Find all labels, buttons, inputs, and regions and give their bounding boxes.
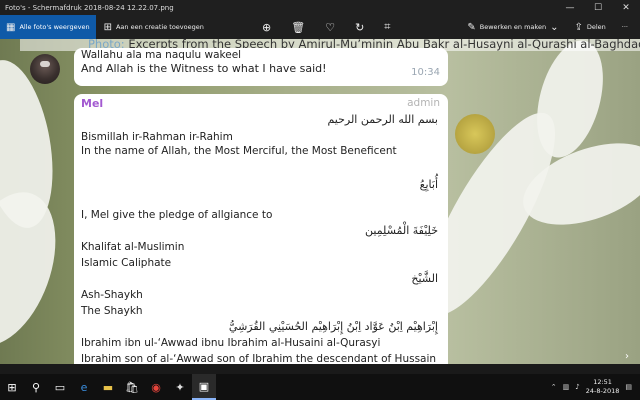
store-icon: 🛍 (125, 380, 139, 394)
task-view-button[interactable]: ▭ (48, 374, 72, 400)
taskbar: ⊞ ⚲ ▭ e ▬ 🛍 ◉ ✦ ▣ ⌃ ▥ ♪ 12:51 24-8-2018 … (0, 374, 640, 400)
more-label: ··· (621, 23, 628, 31)
message-line: In the name of Allah, the Most Merciful,… (81, 145, 397, 157)
avatar-detail (40, 61, 50, 67)
search-button[interactable]: ⚲ (24, 374, 48, 400)
add-creation-label: Aan een creatie toevoegen (115, 23, 204, 31)
message-bubble: Wallahu ala ma naqulu wakeel And Allah i… (74, 48, 448, 86)
message-bubble: Mel admin بسم الله الرحمن الرحيم Bismill… (74, 94, 448, 364)
network-icon[interactable]: ▥ (563, 383, 570, 391)
store-button[interactable]: 🛍 (120, 374, 144, 400)
all-photos-button[interactable]: ▦ Alle foto's weergeven (0, 15, 96, 39)
edge-button[interactable]: e (72, 374, 96, 400)
chevron-up-icon[interactable]: ⌃ (551, 383, 557, 391)
edit-create-button[interactable]: ✎ Bewerken en maken ⌄ (459, 15, 566, 39)
message-line: Ash-Shaykh (81, 289, 143, 301)
flower-petal (0, 178, 75, 360)
photo-viewport: Photo: Excerpts from the Speech by Amiru… (0, 39, 640, 364)
photos-icon: ▣ (198, 379, 210, 393)
add-to-creation-button[interactable]: ⊞ Aan een creatie toevoegen (96, 15, 212, 39)
crop-icon[interactable]: ⌗ (384, 20, 390, 34)
system-tray: ⌃ ▥ ♪ 12:51 24-8-2018 ▤ (551, 374, 632, 400)
viewer-bottom-strip (0, 364, 640, 374)
arabic-line: بسم الله الرحمن الرحيم (327, 113, 438, 126)
chevron-down-icon: ⌄ (550, 21, 559, 33)
app-icon: ✦ (175, 380, 185, 394)
task-view-icon: ▭ (54, 380, 66, 394)
clock-time: 12:51 (593, 378, 612, 386)
notifications-icon[interactable]: ▤ (625, 383, 632, 391)
arabic-line: إِبْرَاهِيْم اِبْنُ عَوَّاد اِبْنُ إِبْر… (228, 320, 438, 333)
app-button[interactable]: ✦ (168, 374, 192, 400)
favorite-icon[interactable]: ♡ (325, 21, 335, 34)
share-button[interactable]: ⇪ Delen (566, 15, 613, 39)
next-photo-arrow-icon[interactable]: › (622, 351, 632, 363)
arabic-line: أُبَايِعُ (419, 178, 438, 191)
message-line: Khalifat al-Muslimin (81, 241, 185, 253)
chrome-button[interactable]: ◉ (144, 374, 168, 400)
windows-logo-icon: ⊞ (7, 380, 17, 394)
sender-name: Mel (81, 97, 104, 110)
edit-create-label: Bewerken en maken (479, 23, 547, 31)
toolbar: ▦ Alle foto's weergeven ⊞ Aan een creati… (0, 15, 640, 39)
title-bar: Foto's - Schermafdruk 2018-08-24 12.22.0… (0, 0, 640, 15)
message-line: Bismillah ir-Rahman ir-Rahim (81, 131, 233, 143)
photos-grid-icon: ▦ (6, 21, 16, 33)
add-creation-icon: ⊞ (103, 21, 112, 33)
search-icon: ⚲ (31, 380, 41, 394)
start-button[interactable]: ⊞ (0, 374, 24, 400)
file-explorer-button[interactable]: ▬ (96, 374, 120, 400)
arabic-line: الشَّيْخ (411, 272, 438, 285)
toolbar-right-group: ✎ Bewerken en maken ⌄ ⇪ Delen ··· (459, 15, 636, 39)
zoom-icon[interactable]: ⊕ (262, 21, 271, 34)
arabic-line: خَلِيْفَةَ الْمُسْلِمِين (365, 224, 438, 237)
window-title: Foto's - Schermafdruk 2018-08-24 12.22.0… (5, 3, 174, 12)
edit-icon: ✎ (467, 21, 476, 33)
folder-icon: ▬ (102, 380, 114, 394)
share-icon: ⇪ (574, 21, 583, 33)
share-label: Delen (586, 23, 606, 31)
message-line: Islamic Caliphate (81, 257, 172, 269)
chrome-icon: ◉ (151, 380, 161, 394)
message-line: The Shaykh (81, 305, 143, 317)
close-button[interactable]: ✕ (612, 0, 640, 15)
clock-date: 24-8-2018 (585, 387, 620, 395)
delete-icon[interactable]: 🗑 (291, 21, 305, 34)
maximize-button[interactable]: ☐ (584, 0, 612, 15)
message-time: 10:34 (411, 67, 440, 78)
message-line: I, Mel give the pledge of allgiance to (81, 209, 273, 221)
all-photos-label: Alle foto's weergeven (19, 23, 90, 31)
message-line: Ibrahim ibn ul-‘Awwad ibnu Ibrahim al-Hu… (81, 337, 381, 349)
edge-icon: e (80, 380, 88, 394)
message-line: And Allah is the Witness to what I have … (81, 62, 327, 75)
photos-app-button[interactable]: ▣ (192, 374, 216, 400)
message-line: Wallahu ala ma naqulu wakeel (81, 49, 242, 61)
message-line: Ibrahim son of al-‘Awwad son of Ibrahim … (81, 353, 437, 364)
flower-center (455, 114, 495, 154)
volume-icon[interactable]: ♪ (575, 383, 579, 391)
rotate-icon[interactable]: ↻ (355, 21, 364, 34)
sender-role: admin (407, 97, 440, 109)
more-button[interactable]: ··· (614, 15, 636, 39)
avatar (30, 54, 60, 84)
minimize-button[interactable]: — (556, 0, 584, 15)
clock[interactable]: 12:51 24-8-2018 (586, 378, 620, 396)
toolbar-center-group: ⊕ 🗑 ♡ ↻ ⌗ (262, 15, 390, 39)
